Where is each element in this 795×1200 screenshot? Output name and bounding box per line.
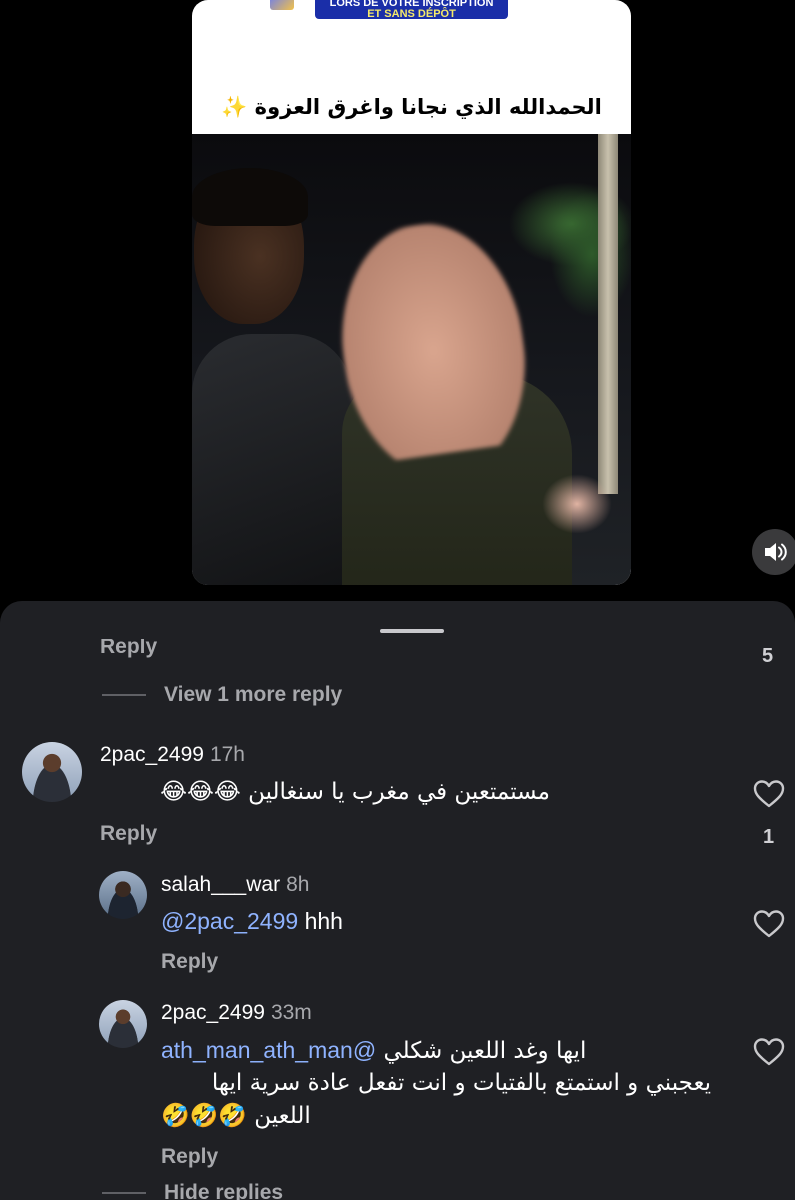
comment-text-content: اللعين: [254, 1103, 311, 1129]
comment-meta: salah___war 8h: [161, 873, 309, 897]
comment-text-line-1: ايها وغد اللعين شكلي @ath_man_ath_man: [161, 1037, 711, 1064]
peace-sign-hand: [542, 474, 612, 534]
comment-emojis: 🤣🤣🤣: [161, 1103, 247, 1129]
like-heart-icon[interactable]: [753, 909, 785, 939]
comment-header: salah___war 8h: [161, 873, 309, 897]
comment-body: ايها وغد اللعين شكلي @ath_man_ath_man يع…: [161, 1037, 711, 1129]
comment-text: مستمتعين في مغرب يا سنغالين 😂😂😂: [100, 779, 550, 805]
hide-replies-label: Hide replies: [164, 1181, 284, 1200]
comment-text-content: مستمتعين في مغرب يا سنغالين: [248, 779, 550, 805]
previous-reply-button[interactable]: Reply: [100, 639, 157, 659]
hide-replies-button[interactable]: Hide replies: [102, 1181, 283, 1200]
view-more-replies-button[interactable]: View 1 more reply: [102, 683, 342, 707]
comment-body: @2pac_2499 hhh: [161, 908, 343, 935]
comment-text-content: ايها وغد اللعين شكلي: [383, 1038, 587, 1064]
comment-time: 17h: [209, 743, 245, 766]
like-count: 1: [763, 826, 775, 848]
video-area[interactable]: LORS DE VOTRE INSCRIPTION ET SANS DÉPÔT …: [0, 0, 795, 600]
speaker-icon: [765, 543, 787, 561]
video-frame: [192, 134, 631, 585]
comment-text-content: hhh: [304, 908, 343, 934]
avatar[interactable]: [22, 742, 82, 802]
man-figure: [192, 334, 352, 585]
thread-divider-line: [102, 694, 146, 696]
comment-header: 2pac_2499 17h: [100, 743, 245, 767]
man-hair: [192, 168, 308, 226]
comment-mention[interactable]: @2pac_2499: [161, 908, 298, 934]
comment-text-line-2: يعجبني و استمتع بالفتيات و انت تفعل عادة…: [211, 1070, 711, 1096]
previous-like-count: 5: [762, 645, 774, 667]
comment-text: @2pac_2499 hhh: [161, 908, 343, 935]
sound-toggle-button[interactable]: [752, 529, 795, 575]
app-logo-icon: [270, 0, 294, 10]
comment-time: 33m: [270, 1001, 312, 1024]
comment-meta: 2pac_2499 33m: [161, 1001, 312, 1025]
comment-username[interactable]: salah___war: [161, 873, 280, 896]
thread-divider-line: [102, 1192, 146, 1194]
promo-banner-bottom: ET SANS DÉPÔT: [367, 8, 456, 20]
comment-body: مستمتعين في مغرب يا سنغالين 😂😂😂: [100, 779, 550, 805]
sheet-grabber-handle[interactable]: [380, 629, 444, 633]
comment-emojis: 😂😂😂: [160, 779, 241, 805]
promo-banner: LORS DE VOTRE INSCRIPTION ET SANS DÉPÔT: [315, 0, 508, 20]
comments-sheet: Reply 5 View 1 more reply 2pac_2499 17h م…: [0, 601, 795, 1200]
comment-username[interactable]: 2pac_2499: [100, 743, 204, 766]
raised-hand: [326, 212, 538, 466]
comment-meta: 2pac_2499 17h: [100, 743, 245, 767]
video-card[interactable]: LORS DE VOTRE INSCRIPTION ET SANS DÉPÔT …: [192, 0, 631, 585]
comment-text-line-3: اللعين 🤣🤣🤣: [161, 1102, 711, 1129]
comment-time: 8h: [286, 873, 310, 896]
like-heart-icon[interactable]: [753, 779, 785, 809]
video-caption: الحمدالله الذي نجانا واغرق العزوة ✨: [192, 80, 631, 134]
avatar[interactable]: [99, 1000, 147, 1048]
comment-mention[interactable]: @ath_man_ath_man: [161, 1037, 376, 1063]
palm-tree: [598, 134, 618, 494]
reply-button[interactable]: Reply: [161, 1145, 218, 1169]
avatar[interactable]: [99, 871, 147, 919]
like-heart-icon[interactable]: [753, 1037, 785, 1067]
view-more-replies-label: View 1 more reply: [164, 683, 343, 706]
comment-username[interactable]: 2pac_2499: [161, 1001, 265, 1024]
reply-button[interactable]: Reply: [100, 822, 157, 846]
comment-header: 2pac_2499 33m: [161, 1001, 312, 1025]
reply-button[interactable]: Reply: [161, 950, 218, 974]
